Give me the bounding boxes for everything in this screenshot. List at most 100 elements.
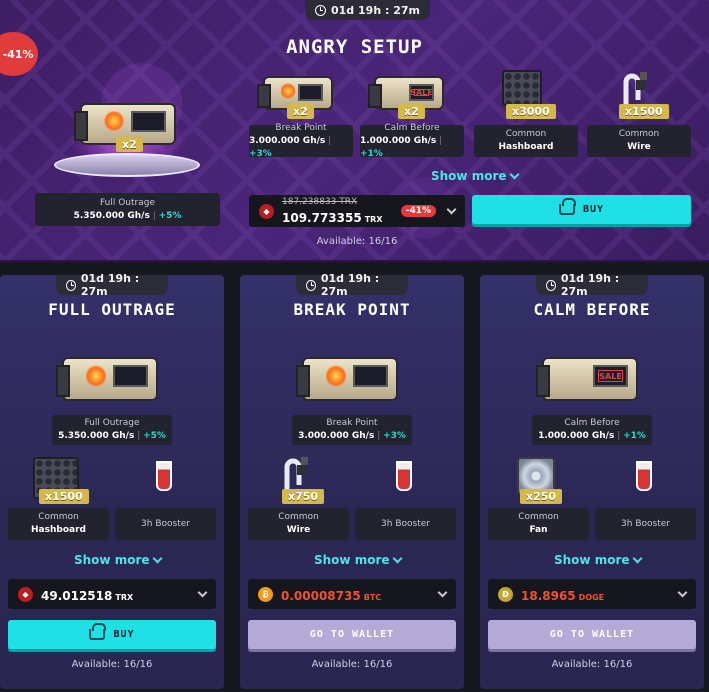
basket-icon — [89, 623, 107, 640]
card-miner-stats: Calm Before 1.000.000 Gh/s | +1% — [532, 415, 652, 445]
item-type: Hashboard — [31, 525, 86, 535]
clock-icon — [306, 279, 316, 291]
card-availability: Available: 16/16 — [311, 659, 393, 670]
card-price-value: 0.00008735 — [281, 588, 361, 603]
card-title: BREAK POINT — [293, 300, 411, 319]
item-type: Wire — [627, 142, 651, 152]
featured-title: ANGRY SETUP — [286, 36, 423, 58]
card-availability: Available: 16/16 — [71, 659, 153, 670]
pedestal-icon — [54, 153, 200, 177]
show-more-label: Show more — [554, 553, 630, 567]
miner-name: Full Outrage — [84, 418, 140, 428]
item-name: Break Point — [275, 122, 327, 133]
chevron-down-icon — [677, 587, 688, 597]
bitcoin-coin-icon: ₿ — [258, 586, 273, 602]
show-more-label: Show more — [314, 553, 390, 567]
dogecoin-coin-icon: Ð — [498, 586, 513, 602]
card-show-more-button[interactable]: Show more — [314, 553, 402, 567]
featured-timer: 01d 19h : 27m — [305, 0, 430, 20]
card-title: CALM BEFORE — [533, 300, 651, 319]
miner-bonus: +1% — [623, 431, 646, 441]
buy-label: BUY — [582, 204, 605, 215]
featured-item-calm-before-stats: Calm Before 1.000.000 Gh/s | +1% — [360, 123, 464, 159]
miner-bonus: +3% — [383, 431, 406, 441]
offer-card-break-point: 01d 19h : 27m BREAK POINT Break Point 3.… — [240, 272, 464, 689]
miner-power: 1.000.000 Gh/s — [538, 431, 615, 441]
item-qty: x1500 — [39, 489, 89, 504]
featured-price-discount: -41% — [400, 205, 436, 217]
card-title: FULL OUTRAGE — [48, 300, 176, 319]
card-currency-select[interactable]: Ð 18.8965 DOGE — [488, 579, 696, 609]
featured-item-hashboard: x3000 — [474, 70, 570, 128]
card-buy-button[interactable]: BUY — [8, 620, 216, 649]
card-price-currency: BTC — [363, 592, 382, 602]
featured-main-bonus: +5% — [158, 210, 182, 221]
card-item-booster-stats: 3h Booster — [355, 508, 456, 540]
card-timer-text: 01d 19h : 27m — [560, 272, 620, 298]
tron-coin-icon: ◆ — [18, 586, 33, 602]
card-show-more-button[interactable]: Show more — [554, 553, 642, 567]
booster-potion-icon — [636, 461, 652, 491]
item-type: Fan — [529, 525, 548, 535]
card-action-label: BUY — [113, 629, 135, 640]
clock-icon — [546, 279, 556, 291]
chevron-down-icon — [632, 553, 642, 563]
item-qty: x1500 — [619, 104, 669, 119]
item-name: 3h Booster — [381, 518, 430, 529]
card-miner-stats: Break Point 3.000.000 Gh/s | +3% — [292, 415, 412, 445]
featured-offer-banner: 01d 19h : 27m -41% ANGRY SETUP x2 Full O… — [0, 0, 709, 262]
miner-rig-icon — [536, 357, 638, 401]
item-name: Common — [38, 512, 79, 522]
card-item-hashboard: x1500 — [8, 455, 104, 513]
card-show-more-button[interactable]: Show more — [74, 553, 162, 567]
featured-price-currency: TRX — [364, 214, 383, 224]
featured-buy-button[interactable]: BUY — [472, 195, 691, 224]
item-type: Wire — [286, 525, 311, 535]
miner-power: 5.350.000 Gh/s — [58, 431, 135, 441]
card-timer-text: 01d 19h : 27m — [320, 272, 380, 298]
featured-main-power: 5.350.000 Gh/s — [73, 210, 150, 221]
featured-old-price: 187.238833 TRX — [282, 196, 358, 207]
offer-card-full-outrage: 01d 19h : 27m FULL OUTRAGE Full Outrage … — [0, 272, 224, 689]
miner-power: 3.000.000 Gh/s — [298, 431, 375, 441]
featured-show-more-button[interactable]: Show more — [431, 169, 519, 183]
card-price-currency: DOGE — [578, 592, 605, 602]
card-price-value: 18.8965 — [521, 588, 576, 603]
basket-icon — [558, 198, 576, 215]
card-availability: Available: 16/16 — [551, 659, 633, 670]
chevron-down-icon — [152, 553, 162, 563]
featured-availability: Available: 16/16 — [316, 236, 398, 247]
miner-name: Calm Before — [564, 418, 620, 428]
card-price-currency: TRX — [115, 592, 134, 602]
item-name: 3h Booster — [141, 518, 190, 529]
chevron-down-icon — [446, 204, 457, 214]
booster-potion-icon — [396, 461, 412, 491]
item-power: 1.000.000 Gh/s — [360, 135, 437, 146]
item-name: 3h Booster — [621, 518, 670, 529]
featured-item-hashboard-stats: Common Hashboard — [474, 125, 578, 157]
item-name: Common — [505, 129, 547, 139]
card-timer: 01d 19h : 27m — [296, 272, 408, 298]
featured-currency-select[interactable]: ◆ 187.238833 TRX 109.773355 TRX -41% — [249, 195, 465, 227]
miner-bonus: +5% — [143, 431, 166, 441]
miner-rig-icon — [56, 357, 158, 401]
card-miner-stats: Full Outrage 5.350.000 Gh/s | +5% — [52, 415, 172, 445]
card-action-label: GO TO WALLET — [549, 629, 635, 640]
card-go-to-wallet-button[interactable]: GO TO WALLET — [248, 620, 456, 649]
card-timer-text: 01d 19h : 27m — [80, 272, 140, 298]
item-name: Common — [618, 129, 660, 139]
miner-rig-icon — [296, 357, 398, 401]
chevron-down-icon — [437, 587, 448, 597]
card-item-fan-stats: Common Fan — [488, 508, 589, 540]
chevron-down-icon — [509, 169, 519, 179]
featured-timer-text: 01d 19h : 27m — [331, 3, 420, 17]
featured-price-value: 109.773355 — [282, 210, 362, 225]
card-item-booster — [596, 455, 692, 513]
item-power: 3.000.000 Gh/s — [249, 135, 326, 146]
card-currency-select[interactable]: ₿ 0.00008735 BTC — [248, 579, 456, 609]
item-qty: x3000 — [506, 104, 556, 119]
card-item-booster — [356, 455, 452, 513]
featured-item-break-point-stats: Break Point 3.000.000 Gh/s | +3% — [249, 122, 353, 159]
card-go-to-wallet-button[interactable]: GO TO WALLET — [488, 620, 696, 649]
card-currency-select[interactable]: ◆ 49.012518 TRX — [8, 579, 216, 609]
